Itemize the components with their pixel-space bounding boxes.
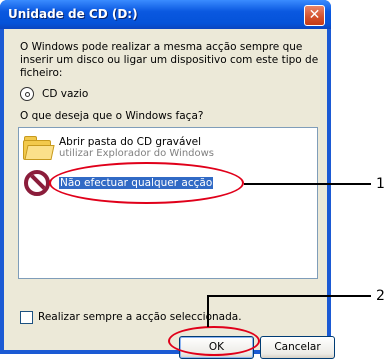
cancel-button[interactable]: Cancelar	[260, 336, 335, 359]
callout-ellipse-2	[168, 326, 260, 356]
close-button[interactable]: ✕	[304, 5, 325, 26]
option-title: Abrir pasta do CD gravável	[59, 136, 202, 148]
question-label: O que deseja que o Windows faça?	[20, 110, 204, 122]
close-icon: ✕	[308, 7, 321, 23]
window-title: Unidade de CD (D:)	[8, 7, 138, 21]
callout-number-1: 1	[376, 176, 385, 192]
callout-line-2-vertical	[207, 295, 209, 327]
callout-line-1	[244, 183, 371, 185]
cd-icon	[20, 87, 34, 101]
always-checkbox[interactable]	[20, 311, 33, 324]
folder-icon	[23, 136, 55, 160]
option-subtitle: utilizar Explorador do Windows	[59, 148, 215, 159]
callout-ellipse-1	[49, 162, 244, 204]
always-checkbox-label: Realizar sempre a acção seleccionada.	[38, 311, 242, 323]
content-type-label: CD vazio	[42, 88, 89, 100]
callout-line-2-horizontal	[208, 295, 371, 297]
no-action-icon	[24, 170, 50, 196]
intro-text: O Windows pode realizar a mesma acção se…	[20, 41, 319, 79]
callout-number-2: 2	[376, 288, 385, 304]
list-item-open-folder[interactable]: Abrir pasta do CD gravável utilizar Expl…	[19, 133, 315, 163]
title-bar[interactable]: Unidade de CD (D:) ✕	[0, 0, 331, 29]
